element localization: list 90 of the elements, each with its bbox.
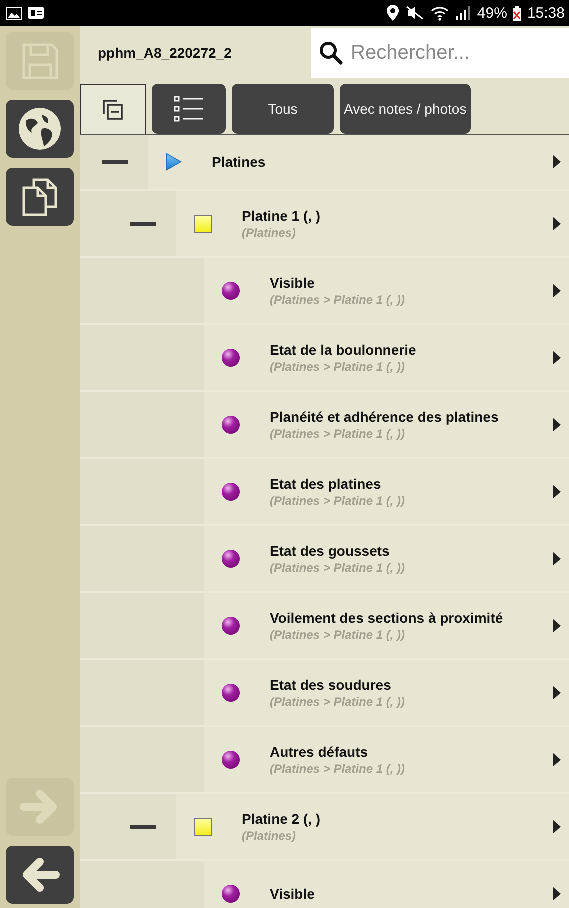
- item-title: Etat de la boulonnerie: [270, 342, 418, 358]
- tree-item[interactable]: Visible (Platines > Platine 1 (, )): [204, 258, 569, 323]
- tree-item[interactable]: Platines: [148, 135, 569, 189]
- list-icon: [173, 95, 205, 123]
- tree-item[interactable]: Etat de la boulonnerie (Platines > Platine 1 (, )): [204, 325, 569, 390]
- tree-item[interactable]: Etat des goussets (Platines > Platine 1 (, )): [204, 526, 569, 591]
- documents-icon: [20, 177, 60, 217]
- item-title: Platines: [212, 154, 267, 170]
- item-title: Planéité et adhérence des platines: [270, 408, 500, 424]
- item-path: (Platines > Platine 1 (, )): [270, 694, 406, 708]
- filter-tab[interactable]: Tous: [232, 84, 334, 134]
- item-title: Etat des soudures: [270, 676, 392, 692]
- item-path: (Platines > Platine 1 (, )): [270, 762, 406, 776]
- item-title: Visible: [270, 886, 316, 902]
- chevron-right-icon: [553, 552, 561, 566]
- square-icon: [194, 214, 212, 232]
- project-title: pphm_A8_220272_2: [97, 45, 232, 61]
- collapse-all-icon: [102, 98, 124, 120]
- sphere-icon: [222, 348, 240, 366]
- search-icon: [319, 41, 343, 65]
- item-title: Platine 1 (, ): [242, 208, 322, 224]
- collapse-toggle[interactable]: [130, 222, 156, 226]
- item-path: (Platines): [242, 828, 298, 842]
- chevron-right-icon: [553, 284, 561, 298]
- chevron-right-icon: [553, 484, 561, 498]
- image-icon: [6, 6, 22, 20]
- sphere-icon: [222, 684, 240, 702]
- globe-button[interactable]: [6, 100, 74, 158]
- battery-percent: 49%: [477, 4, 508, 22]
- item-title: Voilement des sections à proximité: [270, 610, 504, 626]
- item-path: (Platines > Platine 1 (, )): [270, 628, 406, 642]
- chevron-right-icon: [553, 418, 561, 432]
- item-path: (Platines > Platine 1 (, )): [270, 292, 406, 306]
- collapse-toggle[interactable]: [130, 824, 156, 828]
- sphere-icon: [222, 416, 240, 434]
- filter-tab[interactable]: Avec notes / photos: [340, 84, 471, 134]
- minus-icon: [102, 160, 128, 164]
- wifi-icon: [431, 6, 450, 20]
- sphere-icon: [222, 884, 240, 902]
- copy-button[interactable]: [6, 168, 74, 226]
- collapse-view-tab[interactable]: [80, 84, 146, 134]
- tree-item[interactable]: Etat des soudures (Platines > Platine 1 (, )): [204, 660, 569, 725]
- item-title: Autres défauts: [270, 744, 370, 760]
- mute-icon: [405, 6, 426, 20]
- signal-icon: [455, 6, 472, 20]
- globe-icon: [18, 107, 62, 151]
- item-path: (Platines > Platine 1 (, )): [270, 426, 406, 440]
- search-input[interactable]: Rechercher...: [349, 40, 553, 66]
- tree-item[interactable]: Platine 1 (, ) (Platines): [176, 191, 569, 256]
- item-title: Platine 2 (, ): [242, 810, 322, 826]
- right-arrow-icon: [20, 787, 60, 827]
- tree-item[interactable]: Visible: [204, 861, 569, 908]
- collapse-toggle[interactable]: [102, 160, 128, 164]
- item-path: (Platines > Platine 1 (, )): [270, 560, 406, 574]
- chevron-right-icon: [553, 820, 561, 834]
- minus-icon: [130, 824, 156, 828]
- square-icon: [194, 818, 212, 836]
- clock: 15:38: [527, 4, 565, 22]
- card-icon: [28, 7, 44, 19]
- tree-item[interactable]: Planéité et adhérence des platines (Platines > Platine 1 (, )): [204, 392, 569, 457]
- chevron-right-icon: [553, 886, 561, 900]
- item-title: Etat des goussets: [270, 542, 391, 558]
- play-triangle-icon: [166, 153, 182, 171]
- sphere-icon: [222, 750, 240, 768]
- chevron-right-icon: [553, 752, 561, 766]
- item-title: Visible: [270, 274, 316, 290]
- chevron-right-icon: [553, 686, 561, 700]
- back-button[interactable]: [6, 846, 74, 904]
- list-view-tab[interactable]: [152, 84, 226, 134]
- left-arrow-icon: [20, 855, 60, 895]
- sphere-icon: [222, 482, 240, 500]
- tree-item[interactable]: Etat des platines (Platines > Platine 1 (, )): [204, 459, 569, 524]
- sphere-icon: [222, 616, 240, 634]
- chevron-right-icon: [553, 350, 561, 364]
- chevron-right-icon: [553, 216, 561, 230]
- minus-icon: [130, 222, 156, 226]
- chevron-right-icon: [553, 155, 561, 169]
- item-path: (Platines > Platine 1 (, )): [270, 494, 406, 508]
- item-title: Etat des platines: [270, 476, 382, 492]
- item-path: (Platines > Platine 1 (, )): [270, 360, 406, 374]
- sphere-icon: [222, 282, 240, 300]
- tree-item[interactable]: Platine 2 (, ) (Platines): [176, 794, 569, 859]
- search-field[interactable]: Rechercher...: [311, 28, 569, 78]
- tree-item[interactable]: Voilement des sections à proximité (Platines > Platine 1 (, )): [204, 593, 569, 658]
- chevron-right-icon: [553, 618, 561, 632]
- sphere-icon: [222, 550, 240, 568]
- battery-icon: [513, 6, 522, 20]
- location-icon: [387, 5, 400, 21]
- tree-item[interactable]: Autres défauts (Platines > Platine 1 (, )): [204, 727, 569, 792]
- item-path: (Platines): [242, 226, 298, 240]
